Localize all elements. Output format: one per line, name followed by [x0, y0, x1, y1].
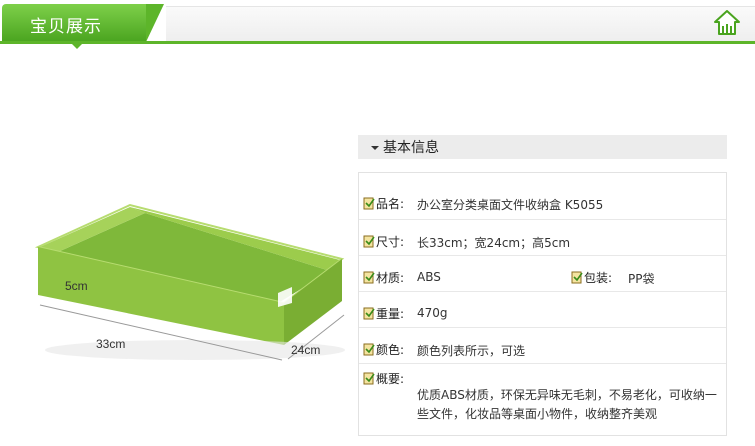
row-label-packaging: 包装:: [571, 269, 612, 286]
header-notch: [72, 44, 82, 49]
row-label: 材质:: [363, 269, 404, 286]
info-row-name: 品名: 办公室分类桌面文件收纳盒 K5055: [359, 173, 726, 219]
length-dimension-label: 33cm: [96, 337, 126, 351]
tag-icon: [363, 235, 375, 248]
tag-icon: [363, 271, 375, 284]
row-label: 尺寸:: [363, 233, 404, 250]
page-title: 宝贝展示: [30, 17, 102, 37]
tag-icon: [571, 271, 583, 284]
tag-icon: [363, 197, 375, 210]
row-value: 颜色列表所示，可选: [417, 344, 526, 358]
row-value-line2: 些文件，化妆品等桌面小物件，收纳整齐美观: [417, 407, 658, 421]
info-table: 品名: 办公室分类桌面文件收纳盒 K5055 尺寸: 长33cm；宽24cm；高…: [358, 172, 727, 436]
row-value: 长33cm；宽24cm；高5cm: [417, 236, 571, 250]
row-label: 品名:: [363, 195, 404, 212]
header-bar: [166, 6, 755, 42]
info-row-weight: 重量: 470g: [359, 291, 726, 328]
height-dimension-label: 5cm: [65, 279, 88, 293]
info-row-size: 尺寸: 长33cm；宽24cm；高5cm: [359, 219, 726, 256]
info-row-color: 颜色: 颜色列表所示，可选: [359, 327, 726, 364]
row-value: 办公室分类桌面文件收纳盒 K5055: [417, 198, 604, 212]
info-row-material: 材质: ABS 包装: PP袋: [359, 255, 726, 292]
row-value: ABS: [417, 270, 441, 284]
info-section-title: 基本信息: [383, 140, 439, 156]
home-icon[interactable]: [712, 8, 742, 38]
tag-icon: [363, 372, 375, 385]
width-dimension-label: 24cm: [291, 343, 321, 357]
collapse-arrow-icon[interactable]: [371, 146, 379, 150]
row-label: 颜色:: [363, 341, 404, 358]
header-divider: [0, 41, 755, 44]
row-label: 概要:: [363, 370, 404, 387]
tag-icon: [363, 307, 375, 320]
row-label: 重量:: [363, 305, 404, 322]
tag-icon: [363, 343, 375, 356]
row-value-packaging: PP袋: [628, 272, 655, 286]
info-row-summary: 概要: 优质ABS材质，环保无异味无毛刺，不易老化，可收纳一 些文件，化妆品等桌…: [359, 363, 726, 436]
row-value: 470g: [417, 306, 448, 320]
row-value-line1: 优质ABS材质，环保无异味无毛刺，不易老化，可收纳一: [417, 388, 717, 402]
